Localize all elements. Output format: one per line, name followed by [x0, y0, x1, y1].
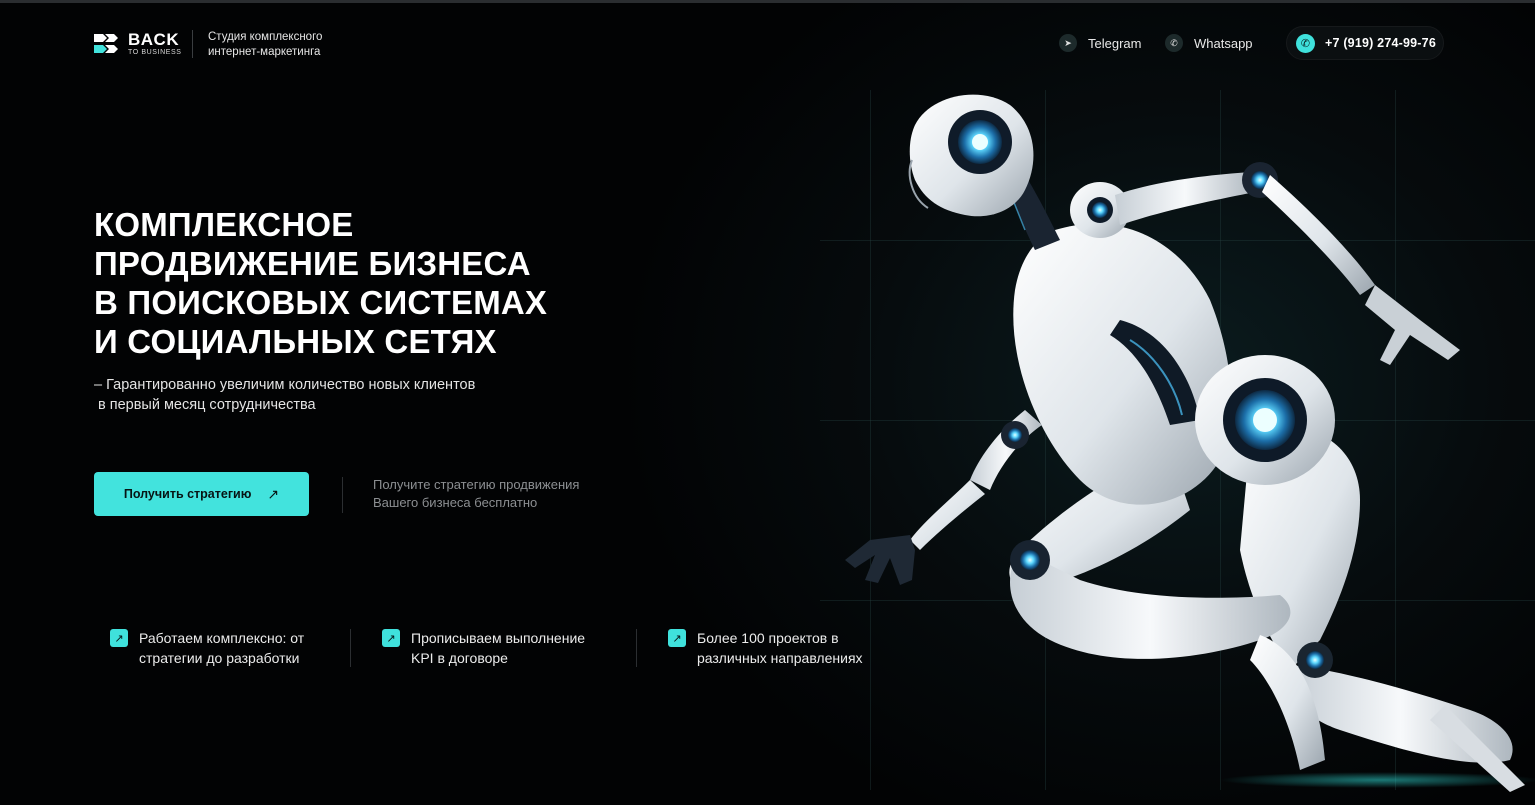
logo-icon	[94, 33, 118, 53]
feature-item: ↗ Прописываем выполнение KPI в договоре	[382, 628, 585, 668]
feature-divider	[350, 629, 351, 667]
phone-number: +7 (919) 274-99-76	[1325, 36, 1436, 50]
feature-line: Прописываем выполнение	[411, 630, 586, 646]
telegram-icon: ➤	[1059, 34, 1077, 52]
hero-subtitle-line: – Гарантированно увеличим количество нов…	[94, 377, 476, 393]
feature-line: Более 100 проектов в	[697, 630, 839, 646]
hero-title-line: КОМПЛЕКСНОЕ	[94, 206, 354, 243]
cta-divider	[342, 477, 343, 513]
cta-note-line: Получите стратегию продвижения	[373, 477, 580, 492]
arrow-up-right-icon: ↗	[267, 485, 280, 502]
feature-line: Работаем комплексно: от	[139, 630, 305, 646]
hero-title-line: В ПОИСКОВЫХ СИСТЕМАХ	[94, 284, 548, 321]
feature-item: ↗ Работаем комплексно: от стратегии до р…	[110, 628, 304, 668]
studio-tagline: Студия комплексного интернет-маркетинга	[208, 30, 358, 60]
hero-subtitle-line: в первый месяц сотрудничества	[98, 397, 316, 413]
telegram-link[interactable]: ➤ Telegram	[1059, 34, 1141, 52]
get-strategy-button[interactable]: Получить стратегию ↗	[94, 472, 309, 516]
robot-illustration	[845, 94, 1535, 792]
cta-note: Получите стратегию продвижения Вашего би…	[373, 476, 633, 512]
get-strategy-label: Получить стратегию	[123, 487, 252, 501]
feature-line: различных направлениях	[697, 650, 863, 666]
feature-line: KPI в договоре	[411, 650, 508, 666]
landing-page: BACK TO BUSINESS Студия комплексного инт…	[0, 0, 1535, 805]
logo-subtitle: TO BUSINESS	[128, 49, 182, 56]
logo-title: BACK	[128, 30, 180, 49]
hero-title-line: И СОЦИАЛЬНЫХ СЕТЯХ	[94, 323, 497, 360]
top-border	[0, 0, 1535, 3]
feature-divider	[636, 629, 637, 667]
arrow-up-right-icon: ↗	[110, 629, 128, 647]
tagline-line: Студия комплексного	[208, 31, 323, 43]
telegram-label: Telegram	[1088, 35, 1142, 51]
hero-subtitle: – Гарантированно увеличим количество нов…	[94, 375, 564, 415]
tagline-line: интернет-маркетинга	[208, 46, 321, 58]
phone-button[interactable]: ✆ +7 (919) 274-99-76	[1286, 26, 1444, 60]
feature-item: ↗ Более 100 проектов в различных направл…	[668, 628, 863, 668]
phone-icon: ✆	[1296, 33, 1315, 53]
whatsapp-icon: ✆	[1165, 34, 1183, 52]
hero-title: КОМПЛЕКСНОЕ ПРОДВИЖЕНИЕ БИЗНЕСА В ПОИСКО…	[94, 205, 654, 361]
whatsapp-link[interactable]: ✆ Whatsapp	[1165, 34, 1253, 52]
feature-line: стратегии до разработки	[139, 650, 300, 666]
header-divider	[192, 30, 193, 58]
whatsapp-label: Whatsapp	[1194, 35, 1253, 51]
arrow-up-right-icon: ↗	[668, 629, 686, 647]
arrow-up-right-icon: ↗	[382, 629, 400, 647]
logo[interactable]: BACK TO BUSINESS	[94, 31, 182, 56]
cta-note-line: Вашего бизнеса бесплатно	[373, 495, 538, 510]
hero-title-line: ПРОДВИЖЕНИЕ БИЗНЕСА	[94, 245, 531, 282]
